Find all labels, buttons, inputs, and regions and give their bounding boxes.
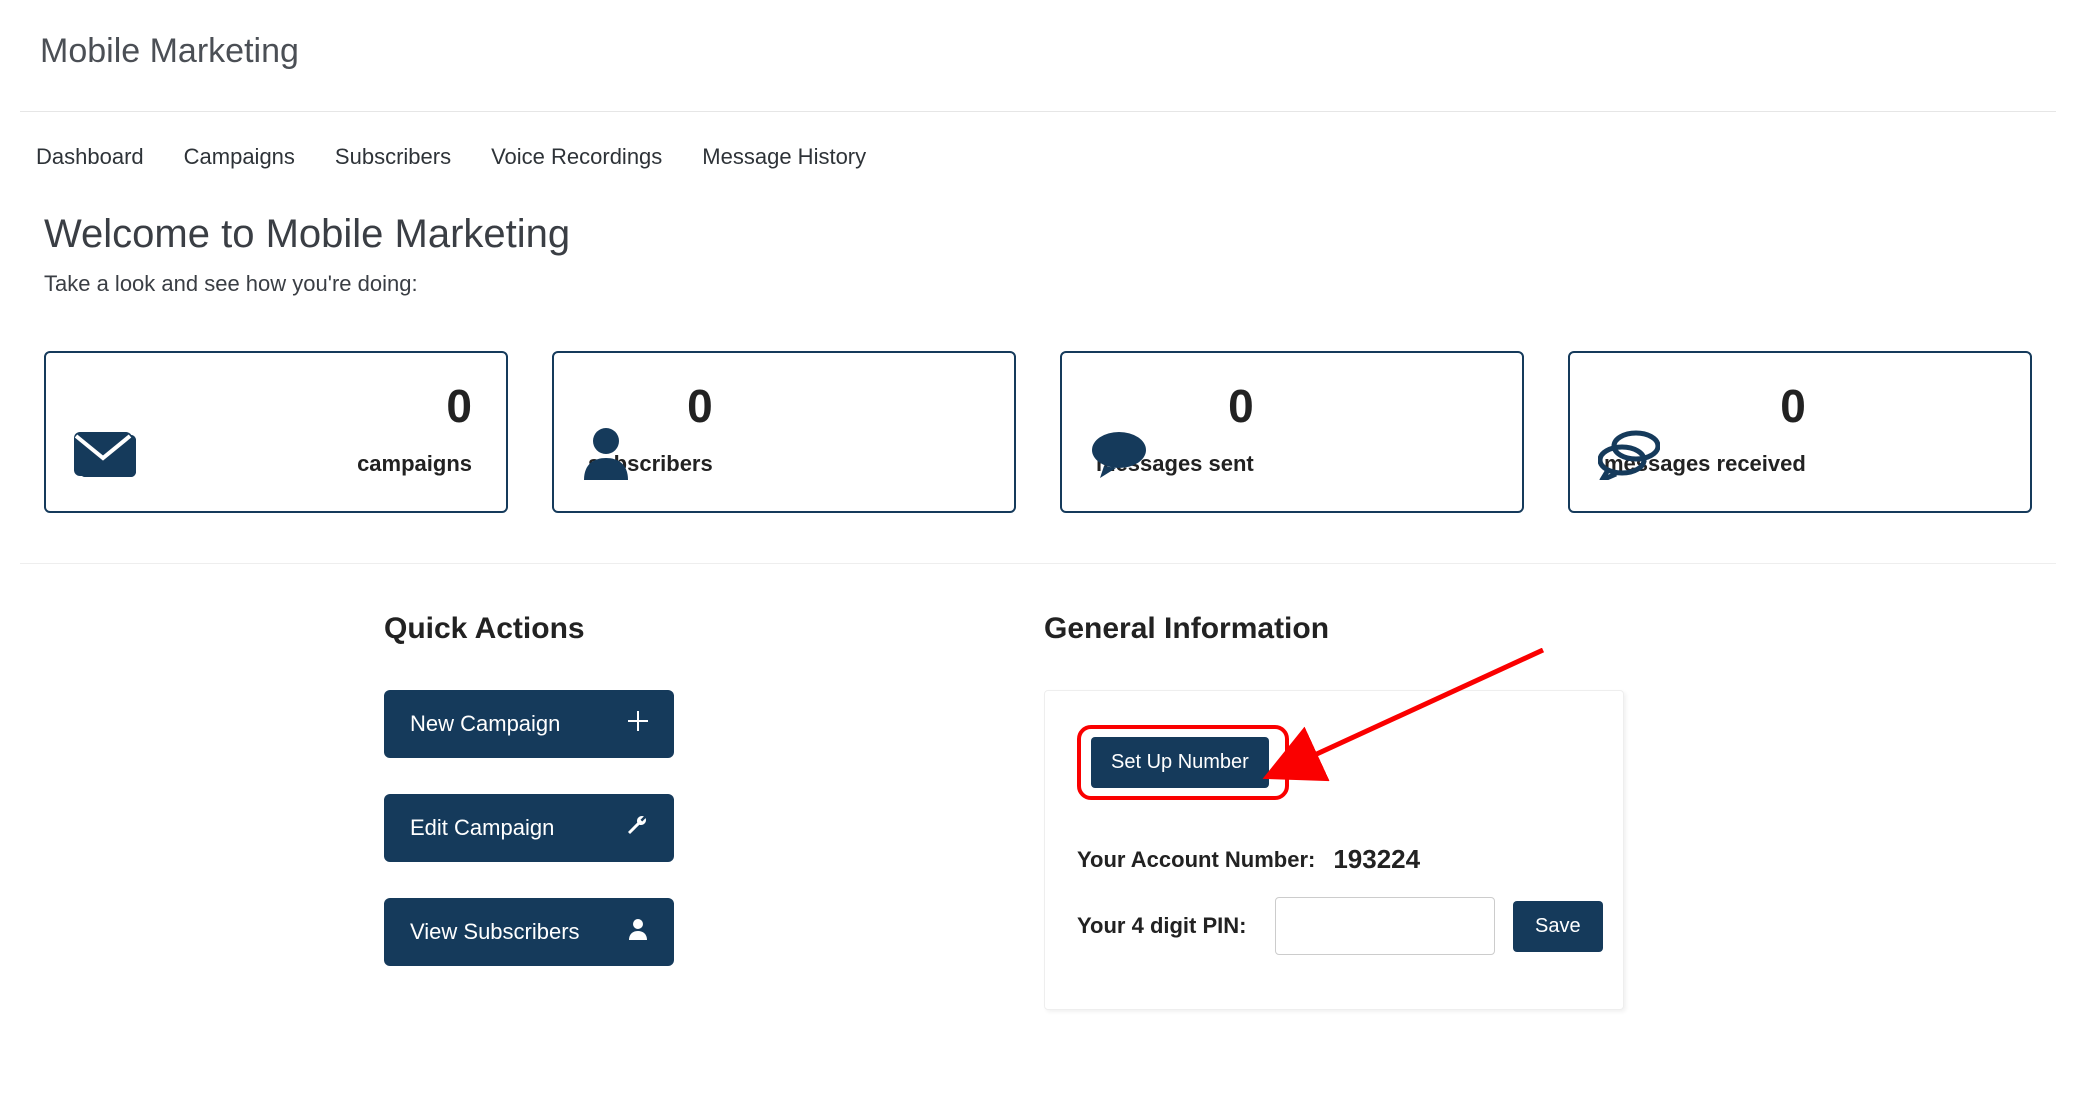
nav-dashboard[interactable]: Dashboard xyxy=(36,144,144,170)
nav-message-history[interactable]: Message History xyxy=(702,144,866,170)
stats-row: 0 campaigns 0 subscribers 0 messages sen… xyxy=(20,307,2056,563)
quick-actions-heading: Quick Actions xyxy=(384,612,1044,646)
general-info-card: Set Up Number Your Account Number: 19322… xyxy=(1044,690,1624,1010)
account-number-label: Your Account Number: xyxy=(1077,847,1315,873)
annotation-highlight: Set Up Number xyxy=(1077,725,1289,800)
stat-campaigns: 0 campaigns xyxy=(44,351,508,513)
button-label: View Subscribers xyxy=(410,919,580,945)
new-campaign-button[interactable]: New Campaign xyxy=(384,690,674,758)
quick-actions-section: Quick Actions New Campaign Edit Campaign… xyxy=(384,612,1044,1010)
user-icon xyxy=(628,918,648,946)
pin-input[interactable] xyxy=(1275,897,1495,955)
stat-value: 0 xyxy=(1604,383,1806,429)
welcome-heading: Welcome to Mobile Marketing xyxy=(44,212,2032,257)
button-label: New Campaign xyxy=(410,711,560,737)
set-up-number-button[interactable]: Set Up Number xyxy=(1091,737,1269,788)
wrench-icon xyxy=(626,814,648,842)
view-subscribers-button[interactable]: View Subscribers xyxy=(384,898,674,966)
button-label: Edit Campaign xyxy=(410,815,554,841)
nav-subscribers[interactable]: Subscribers xyxy=(335,144,451,170)
general-info-heading: General Information xyxy=(1044,612,2032,646)
pin-label: Your 4 digit PIN: xyxy=(1077,913,1257,939)
comments-icon xyxy=(1598,430,1660,485)
comment-icon xyxy=(1090,430,1148,485)
stat-value: 0 xyxy=(588,383,713,429)
divider xyxy=(20,563,2056,564)
user-icon xyxy=(582,426,630,485)
general-info-section: General Information Set Up Number Your A… xyxy=(1044,612,2032,1010)
stat-messages-received: 0 messages received xyxy=(1568,351,2032,513)
edit-campaign-button[interactable]: Edit Campaign xyxy=(384,794,674,862)
stat-value: 0 xyxy=(1096,383,1254,429)
account-number-row: Your Account Number: 193224 xyxy=(1077,844,1591,875)
stat-label: campaigns xyxy=(357,451,472,477)
stat-messages-sent: 0 messages sent xyxy=(1060,351,1524,513)
welcome-subheading: Take a look and see how you're doing: xyxy=(44,271,2032,297)
welcome-block: Welcome to Mobile Marketing Take a look … xyxy=(20,202,2056,307)
nav-campaigns[interactable]: Campaigns xyxy=(184,144,295,170)
envelope-icon xyxy=(74,432,132,481)
plus-icon xyxy=(628,711,648,737)
stat-subscribers: 0 subscribers xyxy=(552,351,1016,513)
stat-value: 0 xyxy=(357,383,472,429)
account-number-value: 193224 xyxy=(1333,844,1420,875)
page-title: Mobile Marketing xyxy=(40,32,2036,71)
nav-voice-recordings[interactable]: Voice Recordings xyxy=(491,144,662,170)
save-button[interactable]: Save xyxy=(1513,901,1603,952)
main-nav: Dashboard Campaigns Subscribers Voice Re… xyxy=(20,112,2056,202)
page-header: Mobile Marketing xyxy=(20,0,2056,112)
pin-row: Your 4 digit PIN: Save xyxy=(1077,897,1591,955)
